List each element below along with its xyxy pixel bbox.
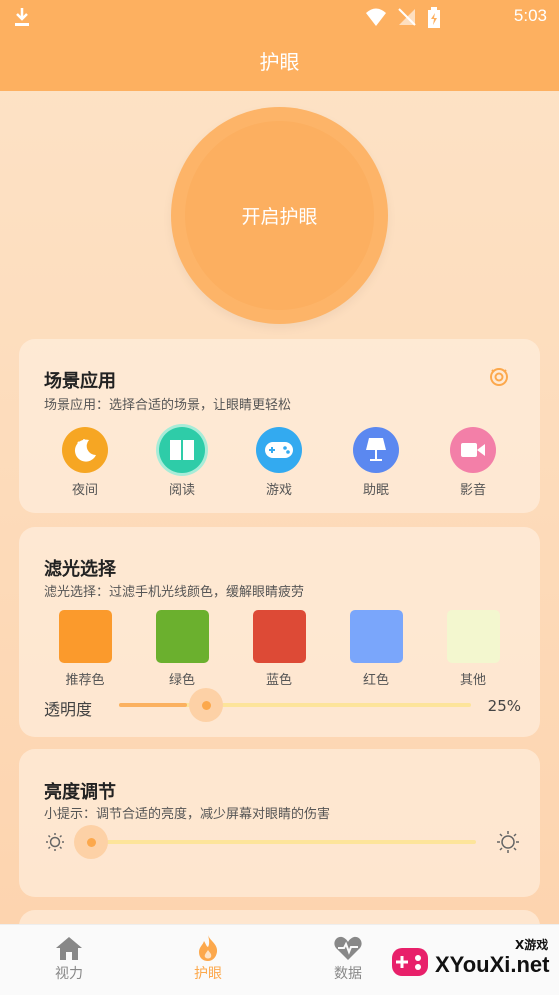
flame-icon xyxy=(163,933,253,963)
nav-item-eye-care[interactable]: 护眼 xyxy=(163,933,253,983)
nav-label: 护眼 xyxy=(194,966,222,982)
scene-title: 场景应用 xyxy=(44,371,116,392)
swatch-label: 红色 xyxy=(362,673,389,688)
filter-title: 滤光选择 xyxy=(44,559,116,580)
book-icon xyxy=(159,427,205,473)
gamepad-logo-icon xyxy=(392,948,428,976)
opacity-slider-thumb[interactable] xyxy=(189,688,223,722)
scene-card: 场景应用 场景应用：选择合适的场景，让眼睛更轻松 夜间 阅读 游戏 助眠 影音 xyxy=(19,339,540,513)
swatch-label: 推荐色 xyxy=(65,673,105,688)
no-signal-icon xyxy=(398,8,416,26)
brightness-low-icon xyxy=(46,833,64,851)
brightness-track xyxy=(79,840,476,844)
filter-subtitle: 滤光选择：过滤手机光线颜色，缓解眼睛疲劳 xyxy=(44,585,305,600)
swatch-recommended[interactable]: 推荐色 xyxy=(50,610,120,688)
swatch-label: 绿色 xyxy=(168,673,195,688)
brightness-subtitle: 小提示：调节合适的亮度，减少屏幕对眼睛的伤害 xyxy=(44,807,331,822)
nav-label: 视力 xyxy=(55,966,83,982)
swatch-color xyxy=(446,610,500,663)
scene-item-reading[interactable]: 阅读 xyxy=(147,427,217,498)
brightness-high-icon xyxy=(497,831,519,853)
brightness-slider[interactable] xyxy=(74,825,476,859)
scene-item-night[interactable]: 夜间 xyxy=(50,427,120,498)
opacity-value: 25% xyxy=(487,697,521,715)
swatch-other[interactable]: 其他 xyxy=(438,610,508,688)
heartbeat-icon xyxy=(303,933,393,963)
scene-item-video[interactable]: 影音 xyxy=(438,427,508,498)
brightness-card: 亮度调节 小提示：调节合适的亮度，减少屏幕对眼睛的伤害 xyxy=(19,749,540,897)
swatch-blue[interactable]: 蓝色 xyxy=(244,610,314,688)
swatch-color xyxy=(155,610,209,663)
swatch-green[interactable]: 绿色 xyxy=(147,610,217,688)
home-icon xyxy=(24,933,114,963)
battery-icon xyxy=(428,7,440,28)
filter-card: 滤光选择 滤光选择：过滤手机光线颜色，缓解眼睛疲劳 推荐色 绿色 蓝色 红色 其… xyxy=(19,527,540,737)
scene-settings-icon[interactable] xyxy=(488,366,510,388)
scene-item-sleep[interactable]: 助眠 xyxy=(341,427,411,498)
nav-item-vision[interactable]: 视力 xyxy=(24,933,114,983)
enable-eye-protection-label: 开启护眼 xyxy=(185,121,374,310)
gamepad-icon xyxy=(256,427,302,473)
swatch-color xyxy=(349,610,403,663)
swatch-label: 蓝色 xyxy=(265,673,292,688)
swatch-red[interactable]: 红色 xyxy=(341,610,411,688)
swatch-label: 其他 xyxy=(459,673,486,688)
page-title: 护眼 xyxy=(0,34,559,91)
scene-item-label: 游戏 xyxy=(265,483,292,498)
watermark-small: X游戏 xyxy=(515,938,549,952)
video-icon xyxy=(450,427,496,473)
status-time: 5:03 xyxy=(513,6,547,25)
scene-item-label: 夜间 xyxy=(71,483,98,498)
scene-item-label: 影音 xyxy=(459,483,486,498)
watermark-brand: XYouXi.net xyxy=(435,952,550,977)
lamp-icon xyxy=(353,427,399,473)
swatch-color xyxy=(252,610,306,663)
opacity-track-filled xyxy=(119,703,187,707)
status-bar: 5:03 xyxy=(0,0,559,34)
scene-item-label: 助眠 xyxy=(362,483,389,498)
wifi-icon xyxy=(366,8,386,26)
opacity-label: 透明度 xyxy=(44,700,93,719)
enable-eye-protection-button[interactable]: 开启护眼 xyxy=(171,107,388,324)
brightness-title: 亮度调节 xyxy=(44,782,116,803)
brightness-slider-thumb[interactable] xyxy=(74,825,108,859)
scene-item-game[interactable]: 游戏 xyxy=(244,427,314,498)
scene-subtitle: 场景应用：选择合适的场景，让眼睛更轻松 xyxy=(44,398,292,413)
opacity-slider[interactable] xyxy=(119,688,471,722)
site-watermark: XYouXi.net X游戏 xyxy=(385,930,559,994)
swatch-color xyxy=(58,610,112,663)
download-icon xyxy=(15,8,29,26)
nav-label: 数据 xyxy=(334,966,362,982)
moon-icon xyxy=(62,427,108,473)
scene-item-label: 阅读 xyxy=(168,483,195,498)
nav-item-data[interactable]: 数据 xyxy=(303,933,393,983)
